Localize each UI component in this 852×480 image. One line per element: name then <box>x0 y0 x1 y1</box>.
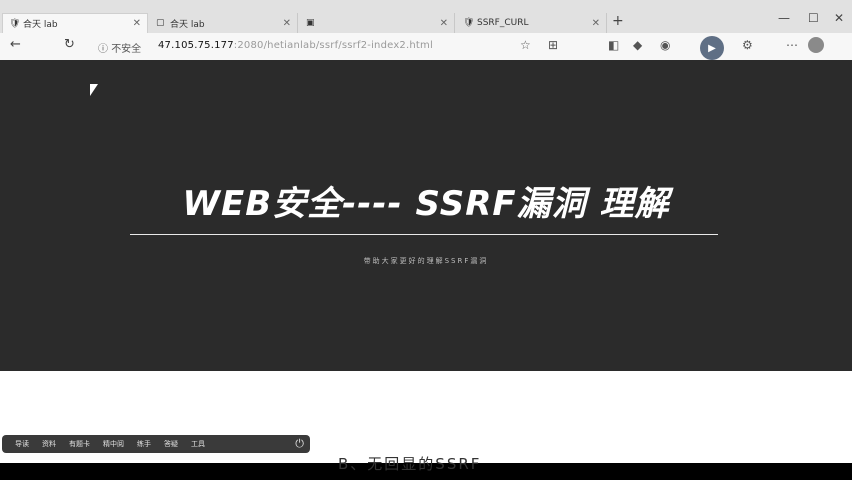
favorite-star-icon[interactable]: ☆ <box>520 38 531 52</box>
mouse-cursor-icon <box>90 84 98 96</box>
extension-icon[interactable]: ◧ <box>608 38 619 52</box>
shield-icon: 🛡 <box>463 18 475 28</box>
security-label: 不安全 <box>111 44 142 55</box>
power-icon[interactable]: ⏻ <box>295 437 304 451</box>
toolbar-item-practice[interactable]: 练手 <box>137 439 151 449</box>
tab-label: SSRF_CURL <box>477 18 529 28</box>
security-indicator[interactable]: ⓘ 不安全 <box>98 40 141 55</box>
address-toolbar: ← ↻ ⓘ 不安全 47.105.75.177:2080/hetianlab/s… <box>0 33 852 61</box>
extension-icon-3[interactable]: ◉ <box>660 38 670 52</box>
tab-4[interactable]: 🛡 SSRF_CURL ✕ <box>457 13 607 33</box>
toolbar-item-card[interactable]: 有题卡 <box>69 439 90 449</box>
tab-label: 合天 lab <box>23 20 58 30</box>
slide-subtitle: 带助大家更好的理解SSRF漏洞 <box>363 257 489 265</box>
new-tab-icon[interactable]: + <box>612 13 624 29</box>
maximize-icon[interactable]: ☐ <box>808 11 819 25</box>
toolbar-item-read[interactable]: 精中阅 <box>103 439 124 449</box>
url-host: 47.105.75.177 <box>158 40 234 51</box>
menu-icon[interactable]: ⋯ <box>786 38 798 52</box>
divider <box>130 234 718 235</box>
avatar[interactable] <box>808 37 824 53</box>
slide-banner: WEB安全---- SSRF漏洞 理解 带助大家更好的理解SSRF漏洞 <box>0 60 852 371</box>
minimize-icon[interactable]: — <box>778 11 790 25</box>
toolbar-item-tools[interactable]: 工具 <box>191 439 205 449</box>
shield-icon: 🛡 <box>9 18 21 29</box>
close-icon[interactable]: ✕ <box>440 18 448 29</box>
tab-3[interactable]: ▣ ✕ <box>300 13 455 33</box>
url-path: :2080/hetianlab/ssrf/ssrf2-index2.html <box>233 40 433 51</box>
video-play-icon: ▶ <box>700 36 724 60</box>
address-bar[interactable]: 47.105.75.177:2080/hetianlab/ssrf/ssrf2-… <box>158 40 433 51</box>
tab-bar: 🛡 合天 lab ✕ ▢ 合天 lab ✕ ▣ ✕ 🛡 SSRF_CURL ✕ … <box>0 0 852 34</box>
tab-label: 合天 lab <box>170 19 205 30</box>
toolbar-item-materials[interactable]: 资料 <box>42 439 56 449</box>
tab-1[interactable]: 🛡 合天 lab ✕ <box>2 13 148 33</box>
toolbar-item-guide[interactable]: 导读 <box>15 439 29 449</box>
close-icon[interactable]: ✕ <box>283 18 291 29</box>
page-icon: ▢ <box>156 18 165 28</box>
refresh-icon[interactable]: ↻ <box>64 37 75 52</box>
close-icon[interactable]: ✕ <box>133 18 141 29</box>
section-heading: B、无回显的SSRF <box>338 455 482 473</box>
close-window-icon[interactable]: ✕ <box>834 11 844 25</box>
app-icon: ▣ <box>306 18 315 28</box>
slide-title: WEB安全---- SSRF漏洞 理解 <box>182 184 670 224</box>
toolbar-item-qa[interactable]: 答疑 <box>164 439 178 449</box>
collections-icon[interactable]: ⊞ <box>548 38 558 52</box>
close-icon[interactable]: ✕ <box>592 18 600 29</box>
course-toolbar: 导读 资料 有题卡 精中阅 练手 答疑 工具 ⏻ <box>2 435 310 453</box>
tab-2[interactable]: ▢ 合天 lab ✕ <box>150 13 298 33</box>
settings-icon[interactable]: ⚙ <box>742 38 753 52</box>
extension-icon-2[interactable]: ◆ <box>633 38 642 52</box>
back-icon[interactable]: ← <box>10 37 21 52</box>
